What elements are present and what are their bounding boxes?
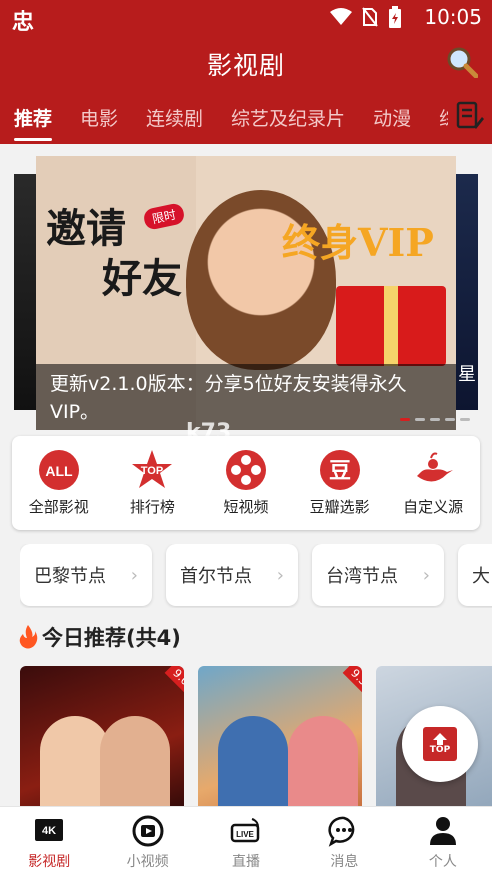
poster-card[interactable]: 9.3 [198,666,362,806]
nav-label: 个人 [428,854,457,870]
svg-text:豆: 豆 [329,459,351,484]
chevron-right-icon: › [276,564,284,586]
banner-prev-peek[interactable] [14,174,36,410]
carousel-dot [400,418,410,421]
clock: 10:05 [424,5,482,29]
nav-label: 小视频 [126,854,169,870]
shortcut-label: 自定义源 [403,498,464,516]
nav-live[interactable]: LIVE 直播 [197,807,295,874]
poster-figure [218,716,288,806]
nav-short-video[interactable]: 小视频 [98,807,196,874]
tab-edit-button[interactable] [448,96,492,136]
shortcut-label: 短视频 [223,498,269,516]
shortcut-label: 豆瓣选影 [309,498,370,516]
poster-figure [100,716,170,806]
nav-label: 消息 [330,854,359,870]
all-icon: ALL [38,450,79,490]
shortcut-short-video[interactable]: 短视频 [202,448,290,530]
person-icon [429,817,456,845]
app-header: 影视剧 推荐 电影 连续剧 综艺及纪录片 动漫 综 [0,34,492,144]
douban-icon: 豆 [319,450,360,490]
svg-text:LIVE: LIVE [236,830,254,839]
nav-messages[interactable]: 消息 [295,807,393,874]
tab-anime[interactable]: 动漫 [359,100,425,144]
shortcut-douban[interactable]: 豆 豆瓣选影 [296,448,384,530]
node-label: 台湾节点 [326,566,398,587]
banner-friend-text: 好友 [102,256,182,302]
tab-recommend[interactable]: 推荐 [0,100,66,144]
film-reel-icon [225,450,266,490]
genie-lamp-icon [417,452,454,482]
svg-text:TOP: TOP [141,465,163,477]
app-notification-icon: 忠 [12,10,35,35]
banner-carousel[interactable]: 星 邀请 限时 好友 终身VIP 更新v2.1.0版本：分享5位好友安装得永久V… [0,156,492,432]
live-icon: LIVE [230,818,260,843]
up-arrow-icon [433,733,447,745]
chevron-right-icon: › [422,564,430,586]
carousel-indicator [400,418,470,421]
4k-icon: 4K [35,819,64,841]
node-label: 大 [472,566,490,587]
poster-figure [288,716,358,806]
shortcut-ranking[interactable]: TOP 排行榜 [108,448,196,530]
node-paris[interactable]: 巴黎节点 › [20,544,152,606]
rating-badge: 9.3 [342,666,362,694]
shortcut-label: 排行榜 [129,498,175,516]
bottom-nav: 4K 影视剧 小视频 LIVE 直播 消息 个人 [0,806,492,874]
nav-label: 直播 [232,854,261,870]
section-header: 今日推荐(共4) [18,622,181,652]
chevron-right-icon: › [130,564,138,586]
chat-bubble-icon [328,816,355,847]
node-label: 首尔节点 [180,566,252,587]
shortcut-all-videos[interactable]: ALL 全部影视 [15,448,103,530]
tab-variety-documentary[interactable]: 综艺及纪录片 [217,100,359,144]
shortcut-label: 全部影视 [28,498,89,516]
category-tabs: 推荐 电影 连续剧 综艺及纪录片 动漫 综 [0,100,472,144]
svg-text:ALL: ALL [45,463,73,479]
svg-text:4K: 4K [42,825,56,837]
nav-videos[interactable]: 4K 影视剧 [0,807,98,874]
gift-box-image [336,286,446,366]
node-seoul[interactable]: 首尔节点 › [166,544,298,606]
tab-movies[interactable]: 电影 [66,100,132,144]
page-title: 影视剧 [206,51,285,80]
flame-icon [19,625,38,649]
carousel-dot [415,418,425,421]
nav-profile[interactable]: 个人 [394,807,492,874]
wifi-icon [330,8,352,25]
edit-list-icon [456,101,484,129]
banner-next-text: 星 [458,364,476,385]
carousel-dot [445,418,455,421]
banner-caption: 更新v2.1.0版本：分享5位好友安装得永久VIP。 [36,364,456,430]
play-circle-icon [132,815,164,847]
carousel-dot [460,418,470,421]
rating-badge: 9.0 [164,666,184,694]
status-bar: 忠 10:05 [0,0,492,35]
banner-next-peek[interactable]: 星 [456,174,478,410]
category-shortcuts: ALL 全部影视 TOP 排行榜 短视频 豆 豆瓣选影 自定义源 [12,436,480,530]
tab-series[interactable]: 连续剧 [132,100,217,144]
nav-label: 影视剧 [28,854,71,870]
back-to-top-button[interactable]: TOP [402,706,478,782]
status-icons [330,6,402,28]
search-icon[interactable] [446,46,478,78]
banner-slide[interactable]: 邀请 限时 好友 终身VIP 更新v2.1.0版本：分享5位好友安装得永久VIP… [36,156,456,430]
shortcut-custom-source[interactable]: 自定义源 [389,448,477,530]
node-partial[interactable]: 大 [458,544,492,606]
banner-vip-text: 终身VIP [282,220,434,265]
poster-card[interactable]: 9.0 [20,666,184,806]
carousel-dot [430,418,440,421]
server-node-list: 巴黎节点 › 首尔节点 › 台湾节点 › 大 [20,544,492,608]
top-arrow-icon: TOP [423,727,457,761]
node-label: 巴黎节点 [34,566,106,587]
top-rank-icon: TOP [132,450,173,488]
top-label: TOP [429,745,451,755]
no-sim-icon [362,7,378,27]
node-taiwan[interactable]: 台湾节点 › [312,544,444,606]
section-title: 今日推荐(共4) [42,626,181,650]
battery-icon [389,6,401,28]
